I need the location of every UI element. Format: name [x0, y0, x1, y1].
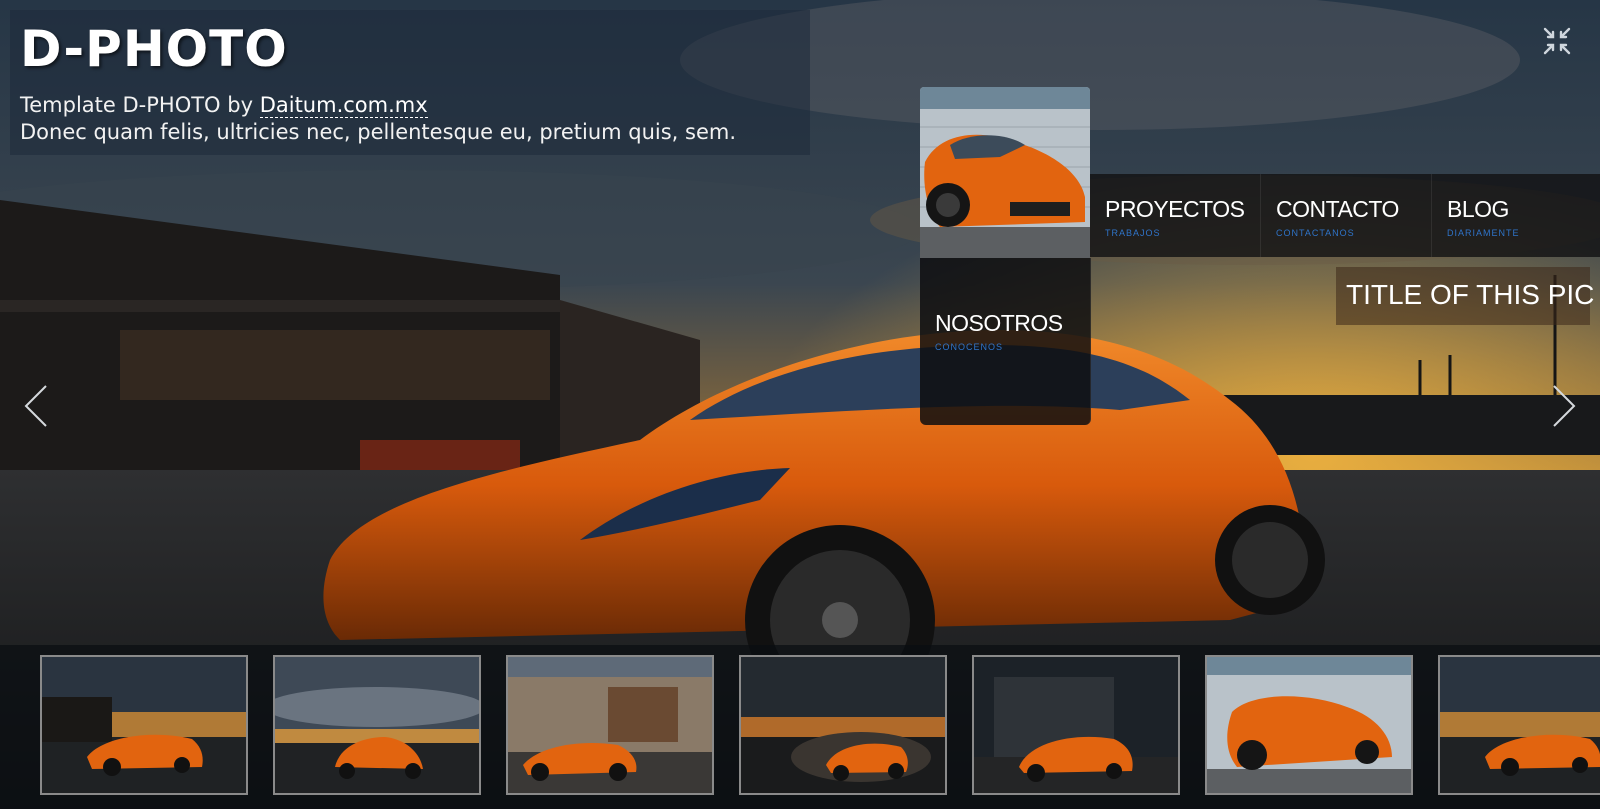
- menu-item-proyectos[interactable]: PROYECTOS TRABAJOS: [1090, 174, 1261, 257]
- chevron-left-icon[interactable]: [22, 384, 52, 428]
- photo-title: TITLE OF THIS PIC: [1346, 279, 1595, 310]
- menu-featured-thumbnail: [920, 87, 1090, 258]
- menu-item-sublabel: CONTACTANOS: [1276, 228, 1355, 238]
- site-title: D-PHOTO: [20, 20, 288, 78]
- fullscreen-toggle-icon[interactable]: [1542, 26, 1572, 56]
- menu-item-contacto[interactable]: CONTACTO CONTACTANOS: [1261, 174, 1432, 257]
- site-tagline: Template D-PHOTO by Daitum.com.mx Donec …: [20, 92, 736, 146]
- menu-item-nosotros[interactable]: NOSOTROS CONOCENOS: [920, 258, 1091, 425]
- thumbnail[interactable]: [40, 655, 248, 795]
- site-description: Donec quam felis, ultricies nec, pellent…: [20, 120, 737, 144]
- menu-item-label: PROYECTOS: [1105, 196, 1245, 222]
- thumbnail[interactable]: [506, 655, 714, 795]
- thumbnail-strip: [0, 645, 1600, 809]
- menu-item-label: NOSOTROS: [935, 310, 1063, 336]
- menu-item-label: CONTACTO: [1276, 196, 1399, 222]
- menu-item-sublabel: DIARIAMENTE: [1447, 228, 1520, 238]
- menu-item-label: BLOG: [1447, 196, 1509, 222]
- thumbnail[interactable]: [273, 655, 481, 795]
- menu-item-sublabel: CONOCENOS: [935, 342, 1004, 352]
- photo-title-box: TITLE OF THIS PIC: [1336, 267, 1594, 325]
- menu-item-blog[interactable]: BLOG DIARIAMENTE: [1432, 174, 1600, 257]
- author-link[interactable]: Daitum.com.mx: [259, 93, 428, 118]
- thumbnail[interactable]: [1438, 655, 1600, 795]
- site-header: D-PHOTO Template D-PHOTO by Daitum.com.m…: [10, 10, 810, 155]
- thumbnail[interactable]: [1205, 655, 1413, 795]
- tagline-prefix: Template D-PHOTO by: [20, 93, 260, 117]
- thumbnail[interactable]: [972, 655, 1180, 795]
- thumbnail-selected[interactable]: [739, 655, 947, 795]
- menu-item-sublabel: TRABAJOS: [1105, 228, 1161, 238]
- chevron-right-icon[interactable]: [1548, 384, 1578, 428]
